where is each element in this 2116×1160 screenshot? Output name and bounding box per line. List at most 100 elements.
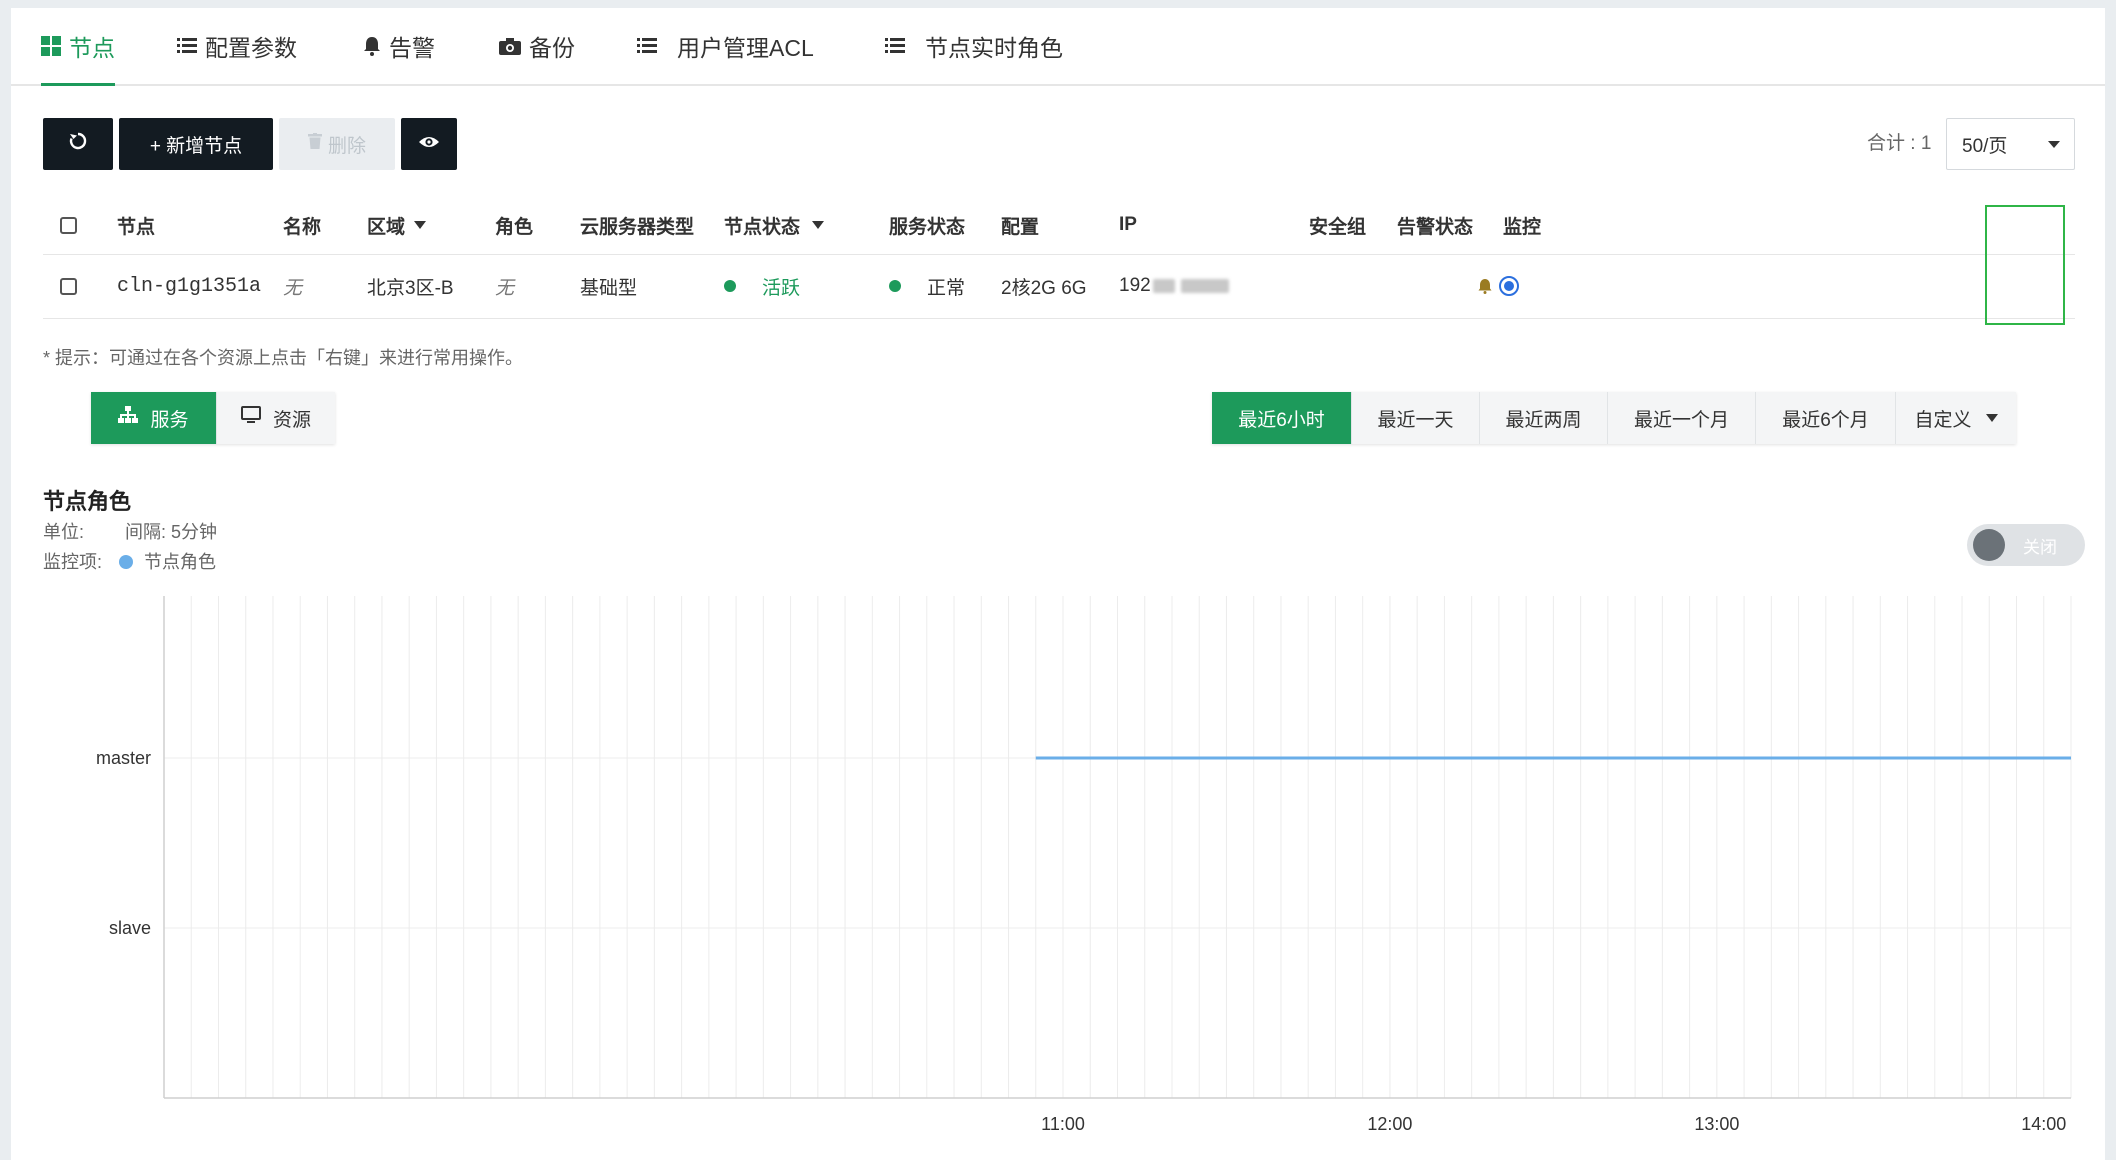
col-region-label: 区域 (367, 216, 406, 238)
delete-button[interactable]: 删除 (279, 118, 395, 170)
y-tick-label: slave (109, 918, 151, 938)
view-button[interactable] (401, 118, 457, 170)
col-role: 角色 (495, 216, 534, 238)
node-config: 2核2G 6G (1001, 277, 1087, 299)
toggle-label: 关闭 (2023, 537, 2057, 557)
ip-visible-part: 192 (1119, 275, 1151, 296)
monitor-radio[interactable] (1499, 254, 1519, 318)
range-1m-button[interactable]: 最近一个月 (1608, 392, 1756, 444)
view-switch: 服务 资源 (91, 392, 335, 444)
col-node-status[interactable]: 节点状态 (724, 196, 825, 254)
table-row[interactable]: cln-g1g1351a 无 北京3区-B 无 基础型 活跃 正常 2核2G 6… (43, 254, 2075, 319)
col-security-group: 安全组 (1309, 216, 1367, 238)
list-icon (637, 37, 657, 55)
tab-config-params[interactable]: 配置参数 (177, 8, 297, 84)
node-detail-panel: 节点 配置参数 告警 备份 用户管理ACL 节点实时角色 + 新增节点 删除 合… (11, 8, 2105, 1160)
table-header: 节点 名称 区域 角色 云服务器类型 节点状态 服务状态 配置 IP 安全组 告… (43, 196, 2075, 255)
col-region[interactable]: 区域 (367, 196, 427, 254)
chevron-down-icon (1985, 414, 1998, 422)
alarm-status-bell-icon[interactable] (1477, 254, 1493, 318)
node-name: 无 (283, 277, 303, 299)
legend-label[interactable]: 节点角色 (144, 552, 216, 572)
service-status-text: 正常 (927, 277, 966, 299)
tab-alarms[interactable]: 告警 (363, 8, 435, 84)
row-checkbox[interactable] (60, 254, 77, 318)
range-6m-button[interactable]: 最近6个月 (1756, 392, 1896, 444)
view-service-label: 服务 (150, 409, 189, 431)
time-range-group: 最近6小时 最近一天 最近两周 最近一个月 最近6个月 自定义 (1212, 392, 2016, 444)
col-service-status: 服务状态 (889, 216, 966, 238)
node-role: 无 (495, 277, 515, 299)
server-type: 基础型 (580, 277, 638, 299)
col-alarm-status: 告警状态 (1397, 216, 1474, 238)
y-tick-label: master (96, 748, 151, 768)
node-role-chart: slave master 11:00 12:00 13:00 14:00 (96, 596, 2072, 1134)
tab-nodes[interactable]: 节点 (41, 8, 115, 86)
chart-title: 节点角色 (43, 489, 132, 514)
trash-icon (307, 133, 322, 155)
page-size-value: 50/页 (1962, 135, 2008, 157)
node-id[interactable]: cln-g1g1351a (117, 254, 261, 318)
view-resource-label: 资源 (272, 409, 311, 431)
filter-caret-icon[interactable] (812, 221, 825, 229)
chevron-down-icon (2048, 141, 2060, 148)
delete-label: 删除 (327, 135, 366, 157)
range-custom-label: 自定义 (1914, 409, 1972, 431)
x-tick-label: 12:00 (1367, 1114, 1412, 1134)
monitor-icon (240, 406, 261, 430)
tab-user-acl[interactable]: 用户管理ACL (637, 8, 814, 84)
chart-meta-legend: 监控项: 节点角色 (43, 548, 216, 574)
service-status: 正常 (889, 254, 965, 318)
toggle-knob (1973, 529, 2005, 561)
tab-backup[interactable]: 备份 (499, 8, 575, 84)
col-monitor: 监控 (1503, 216, 1542, 238)
col-config: 配置 (1001, 216, 1040, 238)
x-tick-label: 14:00 (2021, 1114, 2066, 1134)
total-count: 合计 : 1 (1867, 133, 1932, 154)
status-dot (889, 280, 901, 292)
x-tick-label: 11:00 (1041, 1114, 1085, 1134)
range-2w-button[interactable]: 最近两周 (1480, 392, 1608, 444)
node-status-text: 活跃 (762, 277, 801, 299)
filter-caret-icon[interactable] (414, 221, 427, 229)
list-icon (177, 37, 197, 55)
eye-icon (418, 133, 440, 155)
tab-bar: 节点 配置参数 告警 备份 用户管理ACL 节点实时角色 (11, 8, 2105, 86)
add-node-button[interactable]: + 新增节点 (119, 118, 273, 170)
ip-redacted (1180, 279, 1229, 293)
chart-meta-unit: 单位: 间隔: 5分钟 (43, 518, 217, 544)
x-tick-label: 13:00 (1694, 1114, 1739, 1134)
chart-toggle-switch[interactable]: 关闭 (1967, 524, 2085, 566)
tip-text: * 提示：可通过在各个资源上点击「右键」来进行常用操作。 (43, 348, 524, 368)
col-name: 名称 (283, 216, 322, 238)
node-ip: 192 (1119, 254, 1229, 318)
tab-label: 告警 (389, 35, 435, 61)
range-custom-dropdown[interactable]: 自定义 (1896, 392, 2016, 444)
tab-node-realtime-role[interactable]: 节点实时角色 (885, 8, 1063, 84)
range-6h-button[interactable]: 最近6小时 (1212, 392, 1352, 444)
range-1d-button[interactable]: 最近一天 (1352, 392, 1480, 444)
col-node-status-label: 节点状态 (724, 216, 801, 238)
tab-label: 配置参数 (205, 35, 297, 61)
view-service-button[interactable]: 服务 (91, 392, 217, 444)
page-size-select[interactable]: 50/页 (1946, 118, 2075, 170)
bell-icon (363, 36, 381, 56)
list-icon (885, 37, 905, 55)
legend-swatch (119, 555, 134, 569)
interval-label: 间隔: 5分钟 (125, 522, 218, 542)
sitemap-icon (118, 406, 139, 430)
tab-label: 节点实时角色 (925, 35, 1063, 61)
tab-label: 备份 (529, 35, 575, 61)
ip-redacted (1152, 279, 1175, 293)
grid-icon (41, 36, 61, 56)
col-server-type: 云服务器类型 (580, 216, 695, 238)
tab-label: 节点 (69, 35, 115, 61)
view-resource-button[interactable]: 资源 (217, 392, 335, 444)
monitor-item-label: 监控项: (43, 552, 103, 572)
refresh-icon (69, 132, 87, 156)
node-status: 活跃 (724, 254, 800, 318)
select-all-checkbox[interactable] (60, 196, 77, 254)
status-dot (724, 280, 736, 292)
refresh-button[interactable] (43, 118, 113, 170)
col-node: 节点 (117, 216, 156, 238)
